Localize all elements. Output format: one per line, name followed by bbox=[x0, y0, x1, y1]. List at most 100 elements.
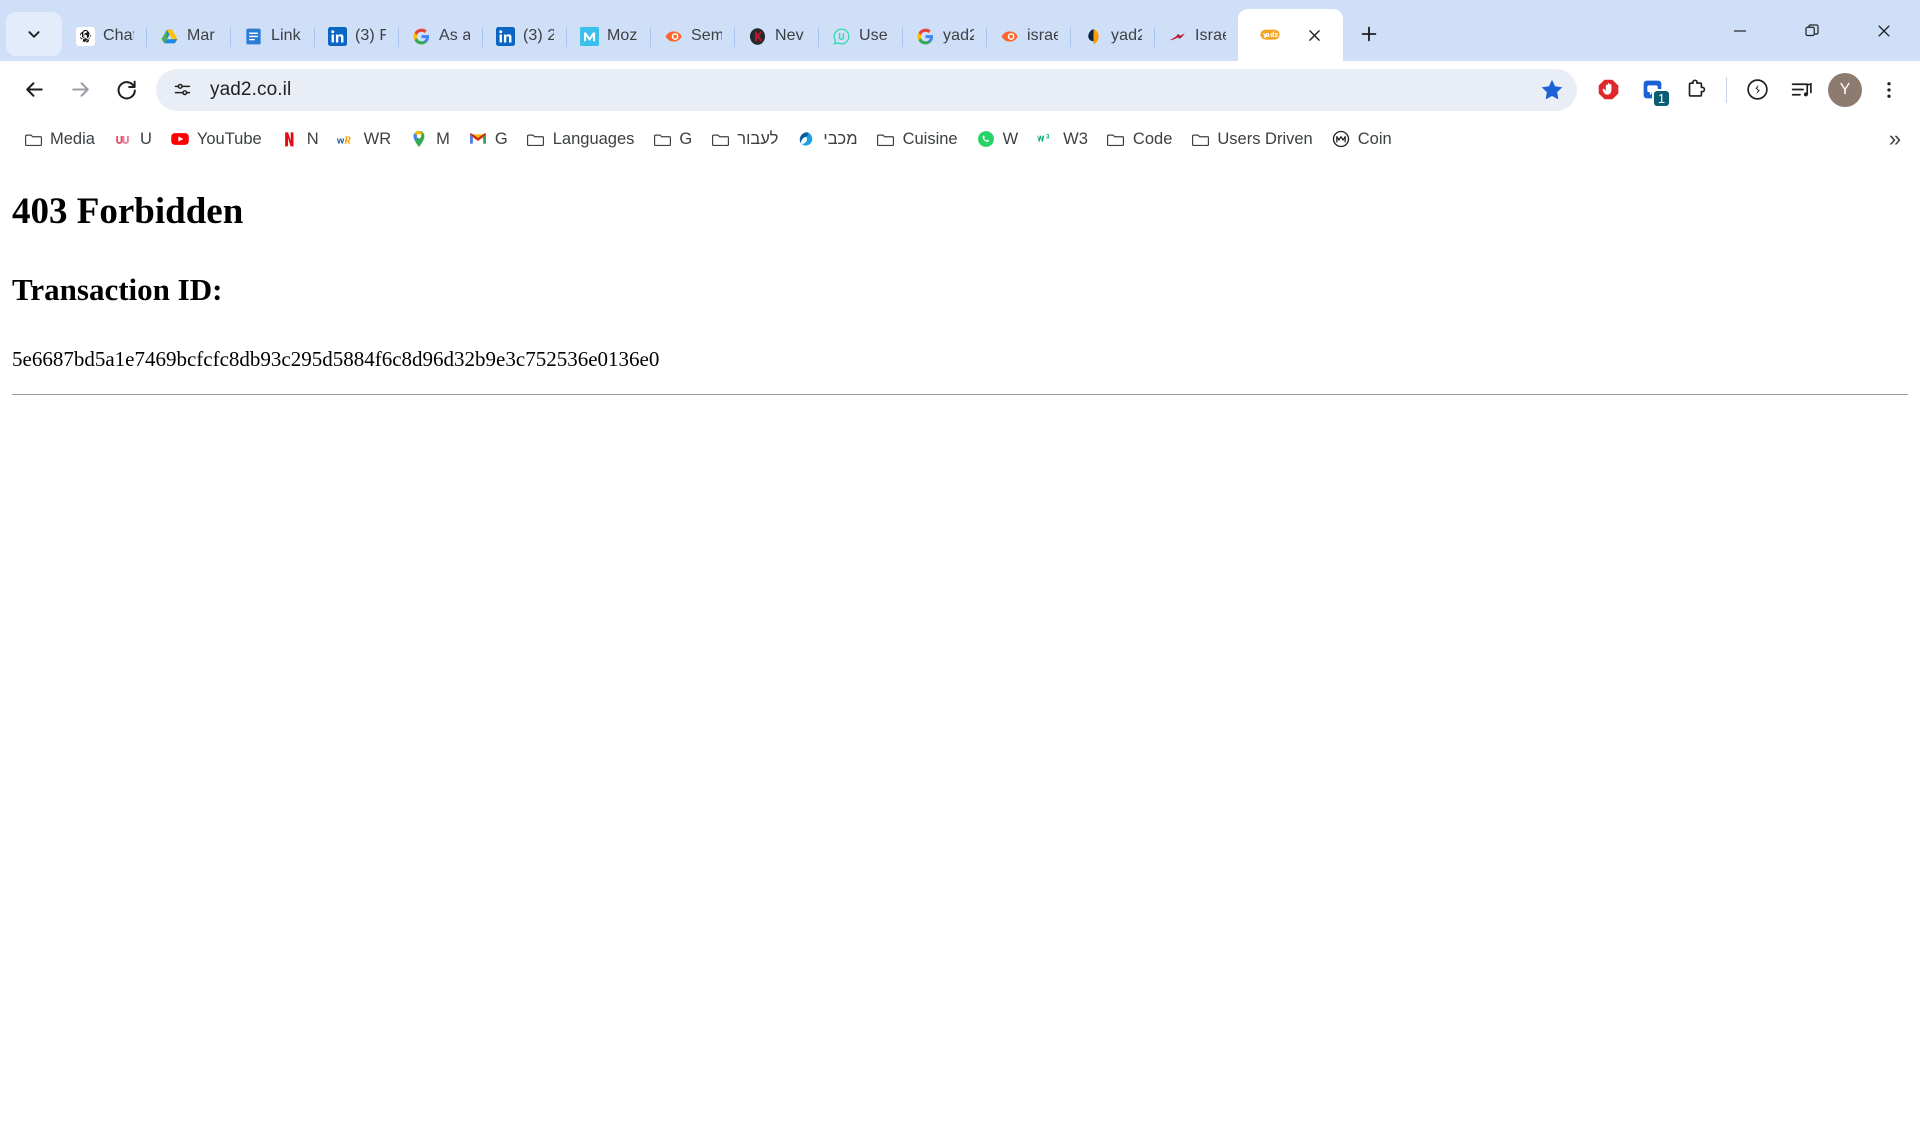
svg-text:3: 3 bbox=[1046, 133, 1050, 140]
minimize-button[interactable] bbox=[1704, 0, 1776, 61]
bookmark-label: W bbox=[1002, 129, 1019, 148]
tab-google-docs[interactable]: Link bbox=[230, 11, 314, 61]
bookmark-label: לעבור bbox=[737, 129, 779, 148]
avatar-initial: Y bbox=[1828, 72, 1862, 107]
bookmark-w3schools[interactable]: 3 W3 bbox=[1027, 124, 1097, 154]
bookmark-gmail[interactable]: G bbox=[459, 124, 517, 154]
bookmark-whatsapp[interactable]: W bbox=[967, 124, 1028, 154]
tab-google-drive[interactable]: Mar bbox=[146, 11, 230, 61]
tab-linkedin-1[interactable]: (3) F bbox=[314, 11, 398, 61]
tab-title: Moz bbox=[607, 27, 638, 44]
profile-avatar[interactable]: Y bbox=[1824, 69, 1866, 111]
horizontal-rule bbox=[12, 393, 1908, 395]
google-docs-icon bbox=[243, 26, 263, 46]
adblock-icon[interactable] bbox=[1587, 69, 1629, 111]
tab-strip: Chat Mar Link (3) F As a (3) 2 Moz Sem N… bbox=[0, 0, 1920, 61]
bookmark-laavor[interactable]: לעבור bbox=[701, 124, 787, 154]
tab-title: Link bbox=[271, 27, 301, 44]
bookmark-star-icon[interactable] bbox=[1535, 73, 1569, 107]
bookmark-wordreference[interactable]: wR WR bbox=[328, 124, 401, 154]
address-bar[interactable]: yad2.co.il bbox=[156, 68, 1577, 111]
bookmark-label: Media bbox=[50, 129, 95, 148]
tab-elal[interactable]: Israe bbox=[1154, 11, 1238, 61]
folder-icon bbox=[23, 129, 43, 149]
bookmark-label: G bbox=[679, 129, 693, 148]
tab-separator bbox=[566, 27, 567, 47]
yad2-icon bbox=[1260, 25, 1280, 45]
reload-button[interactable] bbox=[104, 68, 148, 112]
google-maps-icon bbox=[409, 129, 429, 149]
bookmarks-overflow-button[interactable]: » bbox=[1878, 122, 1912, 156]
extension-badge-icon[interactable]: 1 bbox=[1631, 69, 1673, 111]
tab-separator bbox=[818, 27, 819, 47]
tab-google-1[interactable]: As a bbox=[398, 11, 482, 61]
bookmark-languages[interactable]: Languages bbox=[517, 124, 644, 154]
tab-semrush-1[interactable]: Sem bbox=[650, 11, 734, 61]
media-playlist-icon[interactable] bbox=[1780, 69, 1822, 111]
bookmark-cuisine[interactable]: Cuisine bbox=[867, 124, 967, 154]
w3schools-icon: 3 bbox=[1036, 129, 1056, 149]
bookmark-coin[interactable]: Coin bbox=[1322, 124, 1401, 154]
bookmark-google-maps[interactable]: M bbox=[400, 124, 459, 154]
bookmark-media[interactable]: Media bbox=[14, 124, 104, 154]
bookmark-label: U bbox=[139, 129, 152, 148]
tab-semrush-2[interactable]: israe bbox=[986, 11, 1070, 61]
tab-yad2-active[interactable] bbox=[1238, 9, 1343, 61]
tab-linkedin-2[interactable]: (3) 2 bbox=[482, 11, 566, 61]
chrome-menu-button[interactable] bbox=[1868, 69, 1910, 111]
tab-separator bbox=[650, 27, 651, 47]
tab-kaspersky[interactable]: Nev bbox=[734, 11, 818, 61]
page-viewport: 403 Forbidden Transaction ID: 5e6687bd5a… bbox=[0, 160, 1920, 1130]
tab-title: yad2 bbox=[1111, 27, 1142, 44]
puzzle-icon[interactable] bbox=[1675, 69, 1717, 111]
back-button[interactable] bbox=[12, 68, 56, 112]
tab-chatgpt[interactable]: Chat bbox=[62, 11, 146, 61]
site-settings-icon[interactable] bbox=[166, 74, 198, 106]
bookmark-label: מכבי bbox=[823, 129, 858, 148]
forward-button[interactable] bbox=[58, 68, 102, 112]
tab-title: Nev bbox=[775, 27, 804, 44]
tab-similarweb[interactable]: yad2 bbox=[1070, 11, 1154, 61]
toolbar-divider bbox=[1726, 76, 1727, 103]
tab-separator bbox=[902, 27, 903, 47]
bookmark-g-folder[interactable]: G bbox=[643, 124, 701, 154]
new-tab-button[interactable] bbox=[1347, 12, 1391, 56]
svg-text:R: R bbox=[343, 134, 351, 146]
close-button[interactable] bbox=[1848, 0, 1920, 61]
tab-title: (3) 2 bbox=[523, 27, 554, 44]
tab-monday[interactable]: Moz bbox=[566, 11, 650, 61]
tab-userway[interactable]: Use bbox=[818, 11, 902, 61]
tab-title: As a bbox=[439, 27, 470, 44]
bookmark-users-driven[interactable]: Users Driven bbox=[1181, 124, 1321, 154]
bookmark-code[interactable]: Code bbox=[1097, 124, 1181, 154]
udemy-icon bbox=[113, 129, 133, 149]
google-drive-icon bbox=[159, 26, 179, 46]
tab-title: Use bbox=[859, 27, 888, 44]
bookmark-maccabi[interactable]: מכבי bbox=[787, 124, 866, 154]
folder-icon bbox=[1190, 129, 1210, 149]
whatsapp-icon bbox=[976, 129, 996, 149]
bookmark-label: N bbox=[306, 129, 319, 148]
kaspersky-icon bbox=[747, 26, 767, 46]
chevron-down-icon bbox=[28, 31, 40, 38]
restore-button[interactable] bbox=[1776, 0, 1848, 61]
extension-badge-count: 1 bbox=[1652, 88, 1671, 108]
bookmark-udemy[interactable]: U bbox=[104, 124, 161, 154]
maccabi-icon bbox=[796, 129, 816, 149]
semrush-icon bbox=[999, 26, 1019, 46]
folder-icon bbox=[1106, 129, 1126, 149]
bookmark-youtube[interactable]: YouTube bbox=[161, 124, 271, 154]
bookmark-label: Users Driven bbox=[1217, 129, 1313, 148]
tab-search-button[interactable] bbox=[6, 12, 62, 56]
tab-title: israe bbox=[1027, 27, 1058, 44]
tab-google-2[interactable]: yad2 bbox=[902, 11, 986, 61]
tab-separator bbox=[1070, 27, 1071, 47]
youtube-icon bbox=[170, 129, 190, 149]
bookmark-netflix[interactable]: N bbox=[271, 124, 328, 154]
gmail-icon bbox=[468, 129, 488, 149]
netflix-icon bbox=[280, 129, 300, 149]
url-text[interactable]: yad2.co.il bbox=[198, 79, 1535, 101]
eco-leaf-icon[interactable] bbox=[1736, 69, 1778, 111]
tab-separator bbox=[314, 27, 315, 47]
tab-close-button[interactable] bbox=[1302, 23, 1326, 47]
